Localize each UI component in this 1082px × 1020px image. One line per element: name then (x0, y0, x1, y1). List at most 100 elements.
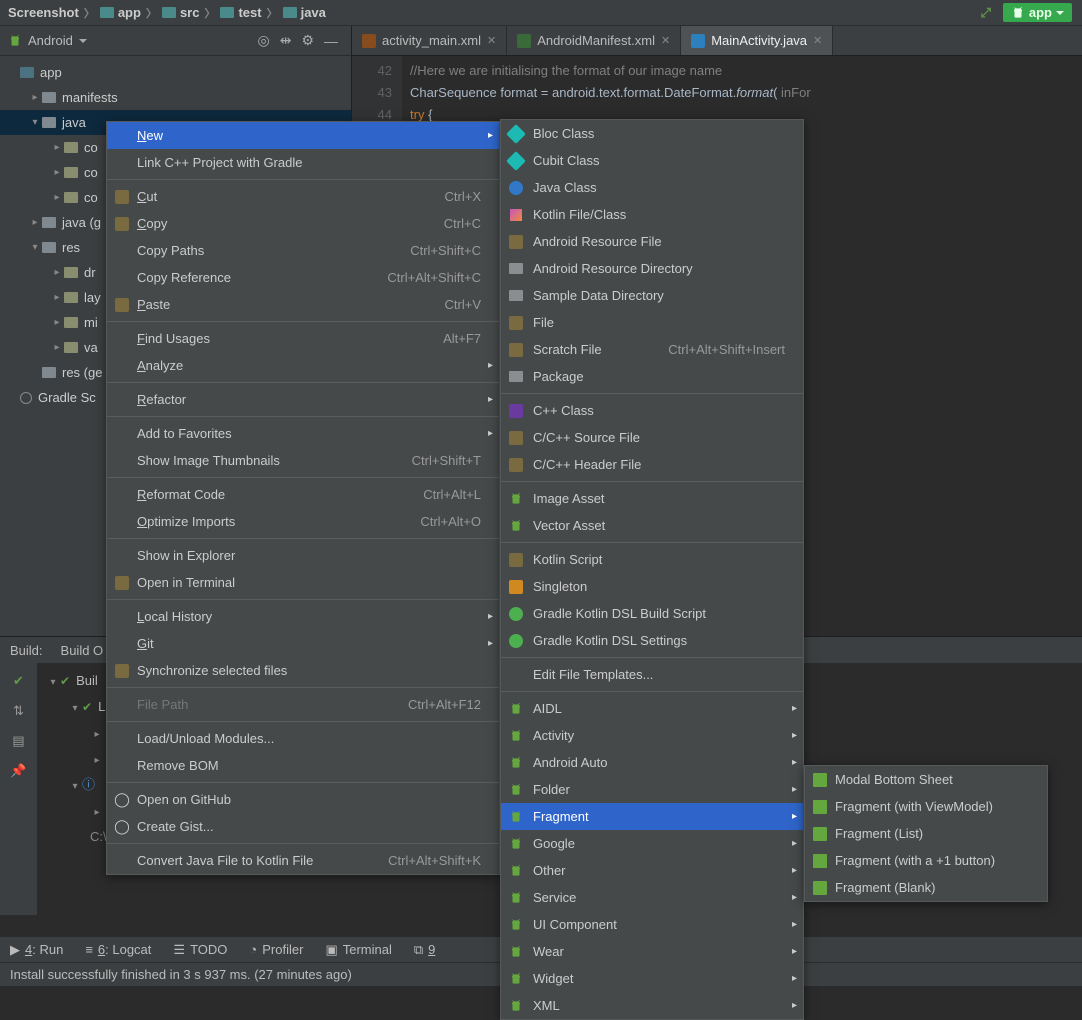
menu-item-wear[interactable]: Wear▸ (501, 938, 803, 965)
menu-item-google[interactable]: Google▸ (501, 830, 803, 857)
tree-twist-icon[interactable] (50, 192, 64, 203)
menu-item-synchronize-selected-files[interactable]: Synchronize selected files (107, 657, 499, 684)
build-tab[interactable]: Build: (10, 643, 43, 658)
tree-twist-icon[interactable] (50, 167, 64, 178)
menu-item-show-in-explorer[interactable]: Show in Explorer (107, 542, 499, 569)
menu-item-edit-file-templates-[interactable]: Edit File Templates... (501, 661, 803, 688)
menu-item-find-usages[interactable]: Find UsagesAlt+F7 (107, 325, 499, 352)
menu-item-aidl[interactable]: AIDL▸ (501, 695, 803, 722)
menu-item-sample-data-directory[interactable]: Sample Data Directory (501, 282, 803, 309)
menu-item-fragment-with-a-1-button-[interactable]: Fragment (with a +1 button) (805, 847, 1082, 874)
toolwin-terminal[interactable]: ▣ Terminal (325, 942, 391, 958)
menu-item-link-c-project-with-gradle[interactable]: Link C++ Project with Gradle (107, 149, 499, 176)
minimize-icon[interactable]: — (319, 31, 343, 51)
menu-item-show-image-thumbnails[interactable]: Show Image ThumbnailsCtrl+Shift+T (107, 447, 499, 474)
menu-item-service[interactable]: Service▸ (501, 884, 803, 911)
menu-item-gradle-kotlin-dsl-settings[interactable]: Gradle Kotlin DSL Settings (501, 627, 803, 654)
tree-node-app[interactable]: app (0, 60, 351, 85)
toolwin-9[interactable]: ⧉ 9 (414, 942, 436, 958)
breadcrumb-item-2[interactable]: src (162, 5, 200, 20)
menu-item-fragment[interactable]: Fragment▸ (501, 803, 803, 830)
menu-item-modal-bottom-sheet[interactable]: Modal Bottom Sheet (805, 766, 1082, 793)
breadcrumb-item-4[interactable]: java (283, 5, 326, 20)
toolwin-profiler[interactable]: ◔ Profiler (249, 942, 303, 957)
menu-item-java-class[interactable]: Java Class (501, 174, 803, 201)
menu-item-copy-paths[interactable]: Copy PathsCtrl+Shift+C (107, 237, 499, 264)
pin-icon[interactable]: 📌 (10, 763, 26, 779)
menu-item-kotlin-script[interactable]: Kotlin Script (501, 546, 803, 573)
tree-twist-icon[interactable] (50, 267, 64, 278)
menu-item-reformat-code[interactable]: Reformat CodeCtrl+Alt+L (107, 481, 499, 508)
menu-item-android-resource-directory[interactable]: Android Resource Directory (501, 255, 803, 282)
menu-item-c-class[interactable]: C++ Class (501, 397, 803, 424)
menu-item-add-to-favorites[interactable]: Add to Favorites▸ (107, 420, 499, 447)
build-output-tab[interactable]: Build O (61, 643, 104, 658)
close-tab-icon[interactable]: ✕ (487, 34, 496, 47)
tree-twist-icon[interactable] (28, 217, 42, 228)
target-icon[interactable]: ◎ (252, 30, 274, 51)
breadcrumb-item-0[interactable]: Screenshot (8, 5, 79, 20)
menu-item-git[interactable]: Git▸ (107, 630, 499, 657)
menu-item-analyze[interactable]: Analyze▸ (107, 352, 499, 379)
tree-twist-icon[interactable] (28, 92, 42, 103)
menu-item-folder[interactable]: Folder▸ (501, 776, 803, 803)
menu-item-file[interactable]: File (501, 309, 803, 336)
menu-item-fragment-with-viewmodel-[interactable]: Fragment (with ViewModel) (805, 793, 1082, 820)
menu-item-fragment-list-[interactable]: Fragment (List) (805, 820, 1082, 847)
menu-item-local-history[interactable]: Local History▸ (107, 603, 499, 630)
tab-MainActivity-java[interactable]: MainActivity.java✕ (681, 26, 833, 55)
menu-item-new[interactable]: New▸ (107, 122, 499, 149)
close-tab-icon[interactable]: ✕ (661, 34, 670, 47)
menu-item-refactor[interactable]: Refactor▸ (107, 386, 499, 413)
menu-item-kotlin-file-class[interactable]: Kotlin File/Class (501, 201, 803, 228)
tree-twist-icon[interactable] (28, 117, 42, 128)
breadcrumb-item-1[interactable]: app (100, 5, 141, 20)
menu-item-cubit-class[interactable]: Cubit Class (501, 147, 803, 174)
menu-item-bloc-class[interactable]: Bloc Class (501, 120, 803, 147)
close-tab-icon[interactable]: ✕ (813, 34, 822, 47)
make-project-icon[interactable]: ⤢ (980, 5, 990, 21)
menu-item-copy-reference[interactable]: Copy ReferenceCtrl+Alt+Shift+C (107, 264, 499, 291)
layout-icon[interactable]: ▤ (12, 733, 24, 749)
tree-node-manifests[interactable]: manifests (0, 85, 351, 110)
toggle-up-icon[interactable]: ⇅ (13, 703, 24, 719)
project-view-selector[interactable]: Android (8, 33, 87, 48)
collapse-icon[interactable]: ⇹ (275, 30, 297, 51)
menu-item-vector-asset[interactable]: Vector Asset (501, 512, 803, 539)
menu-item-scratch-file[interactable]: Scratch FileCtrl+Alt+Shift+Insert (501, 336, 803, 363)
menu-item-open-in-terminal[interactable]: Open in Terminal (107, 569, 499, 596)
breadcrumb-item-3[interactable]: test (220, 5, 261, 20)
menu-item-android-auto[interactable]: Android Auto▸ (501, 749, 803, 776)
menu-item-image-asset[interactable]: Image Asset (501, 485, 803, 512)
menu-item-xml[interactable]: XML▸ (501, 992, 803, 1019)
menu-item-fragment-blank-[interactable]: Fragment (Blank) (805, 874, 1082, 901)
tree-twist-icon[interactable] (50, 292, 64, 303)
menu-item-optimize-imports[interactable]: Optimize ImportsCtrl+Alt+O (107, 508, 499, 535)
check-icon[interactable]: ✔ (13, 673, 24, 689)
toolwin-run[interactable]: ▶ 4: Run (10, 942, 63, 958)
menu-item-c-c-source-file[interactable]: C/C++ Source File (501, 424, 803, 451)
menu-item-convert-java-file-to-kotlin-file[interactable]: Convert Java File to Kotlin FileCtrl+Alt… (107, 847, 499, 874)
menu-item-singleton[interactable]: Singleton (501, 573, 803, 600)
menu-item-remove-bom[interactable]: Remove BOM (107, 752, 499, 779)
menu-item-gradle-kotlin-dsl-build-script[interactable]: Gradle Kotlin DSL Build Script (501, 600, 803, 627)
toolwin-logcat[interactable]: ≡ 6: Logcat (85, 942, 151, 957)
menu-item-package[interactable]: Package (501, 363, 803, 390)
menu-item-open-on-github[interactable]: ◯Open on GitHub (107, 786, 499, 813)
menu-item-paste[interactable]: PasteCtrl+V (107, 291, 499, 318)
tree-twist-icon[interactable] (50, 342, 64, 353)
menu-item-activity[interactable]: Activity▸ (501, 722, 803, 749)
menu-item-load-unload-modules-[interactable]: Load/Unload Modules... (107, 725, 499, 752)
menu-item-cut[interactable]: CutCtrl+X (107, 183, 499, 210)
tree-twist-icon[interactable] (50, 317, 64, 328)
gear-icon[interactable]: ⚙ (296, 30, 319, 51)
tree-twist-icon[interactable] (50, 142, 64, 153)
menu-item-copy[interactable]: CopyCtrl+C (107, 210, 499, 237)
run-config-dropdown[interactable]: app (1003, 3, 1072, 22)
menu-item-c-c-header-file[interactable]: C/C++ Header File (501, 451, 803, 478)
menu-item-android-resource-file[interactable]: Android Resource File (501, 228, 803, 255)
menu-item-other[interactable]: Other▸ (501, 857, 803, 884)
menu-item-ui-component[interactable]: UI Component▸ (501, 911, 803, 938)
toolwin-todo[interactable]: ☰ TODO (173, 942, 227, 958)
menu-item-create-gist-[interactable]: ◯Create Gist... (107, 813, 499, 840)
